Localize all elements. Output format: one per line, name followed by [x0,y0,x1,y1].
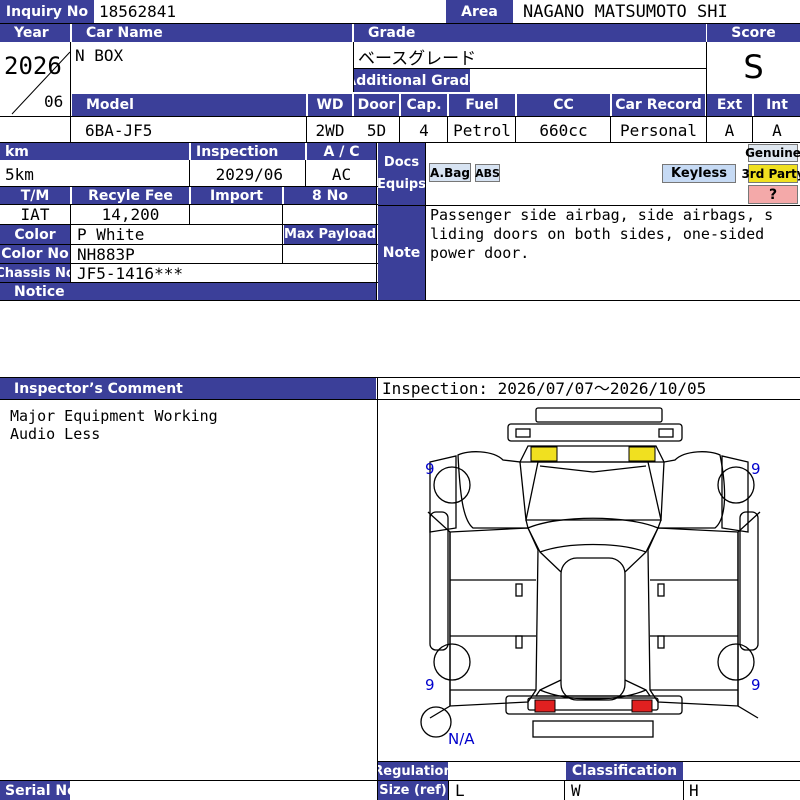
genuine-badge: Genuine [745,144,800,162]
wd-label: WD [308,94,352,116]
max-payload-label: Max Payload [284,225,376,244]
front-right-lamp-marker [628,446,656,462]
auction-sheet: Inquiry No 18562841 Area NAGANO MATSUMOT… [0,0,800,800]
spare-tire-mark: N/A [448,730,475,748]
front-left-lamp-marker [530,446,558,462]
cc-value: 660cc [539,120,588,140]
tm-value: IAT [20,205,50,224]
grade-value: ベースグレード [358,49,477,68]
comment-line-1: Major Equipment Working [10,407,218,425]
model-value: 6BA-JF5 [85,120,153,140]
classification-label: Classification [566,762,683,780]
note-label: Note [378,206,425,300]
model-label: Model [72,94,306,116]
area-label: Area [446,0,513,23]
car-diagram [420,407,761,738]
rear-left-lamp-marker [534,699,556,713]
door-value: 5D [366,120,387,140]
car-record-value: Personal [619,120,698,140]
score-label: Score [707,24,800,42]
additional-grade-label: Additional Grade [354,69,470,92]
tm-label: T/M [0,187,70,204]
import-value [191,205,282,224]
eight-no-value [284,205,376,224]
color-no-label: Color No [0,245,70,263]
grade-label: Grade [354,24,706,42]
size-h: H [689,781,699,800]
wd-value: 2WD [315,120,345,140]
chassis-no-value: JF5-1416*** [77,264,183,282]
tire-mark-front-right: 9 [751,460,761,478]
recycle-fee-label: Recyle Fee [72,187,189,204]
year-value: 2026 [4,52,62,80]
additional-grade-value [470,69,706,92]
fuel-label: Fuel [449,94,515,116]
color-label: Color [0,225,70,244]
size-w: W [571,781,581,800]
cc-label: CC [517,94,610,116]
chassis-no-label: Chassis No [0,264,70,282]
size-ref-label: Size (ref) [378,781,448,800]
ac-label: A / C [307,143,376,160]
serial-no-label: Serial No [0,781,70,800]
year-label: Year [0,24,70,42]
notice-label: Notice [0,283,376,300]
equips-label: Equips [378,177,425,192]
fuel-value: Petrol [453,120,511,140]
inspection-label: Inspection [191,143,305,160]
regulation-label: Regulation [378,762,448,780]
size-l: L [455,781,465,800]
km-value: 5km [5,164,34,184]
comment-lines: Major Equipment Working Audio Less [10,407,370,447]
month-value: 06 [44,92,64,111]
abs-badge: ABS [475,164,500,182]
eight-no-label: 8 No [284,187,376,204]
keyless-badge: Keyless [662,164,736,183]
color-value: P White [77,225,145,244]
year-cell: 2026 06 [0,42,71,116]
unknown-badge: ? [748,185,798,204]
max-payload-value [284,245,376,263]
inquiry-no-value: 18562841 [99,2,177,21]
third-party-badge: 3rd Party [741,164,800,183]
docs-label: Docs [383,155,420,170]
airbag-badge: A.Bag [429,163,471,182]
inspection-period: Inspection: 2026/07/07～2026/10/05 [382,379,707,398]
tire-mark-rear-right: 9 [751,676,761,694]
ac-value: AC [331,164,352,184]
km-label: km [0,143,189,160]
int-value: A [772,120,782,140]
rear-right-lamp-marker [631,699,653,713]
docs-equips-label: Docs Equips [378,143,425,205]
inspector-comment-label: Inspector’s Comment [0,378,376,399]
tire-mark-front-left: 9 [425,460,435,478]
note-value: Passenger side airbag, side airbags, sli… [430,206,774,262]
car-name-value: N BOX [75,46,124,65]
ext-value: A [724,120,735,140]
cap-label: Cap. [401,94,447,116]
tire-mark-rear-left: 9 [425,676,435,694]
score-value: S [743,48,764,86]
cap-value: 4 [419,120,429,140]
car-record-label: Car Record [612,94,705,116]
int-label: Int [754,94,800,116]
comment-line-2: Audio Less [10,425,101,443]
ext-label: Ext [707,94,752,116]
car-name-label: Car Name [72,24,352,42]
door-label: Door [354,94,399,116]
inspection-value: 2029/06 [215,164,283,184]
color-no-value: NH883P [77,245,135,263]
recycle-fee-value: 14,200 [101,205,160,224]
import-label: Import [191,187,282,204]
inquiry-no-label: Inquiry No [0,0,94,23]
area-value: NAGANO MATSUMOTO SHI [523,1,728,22]
